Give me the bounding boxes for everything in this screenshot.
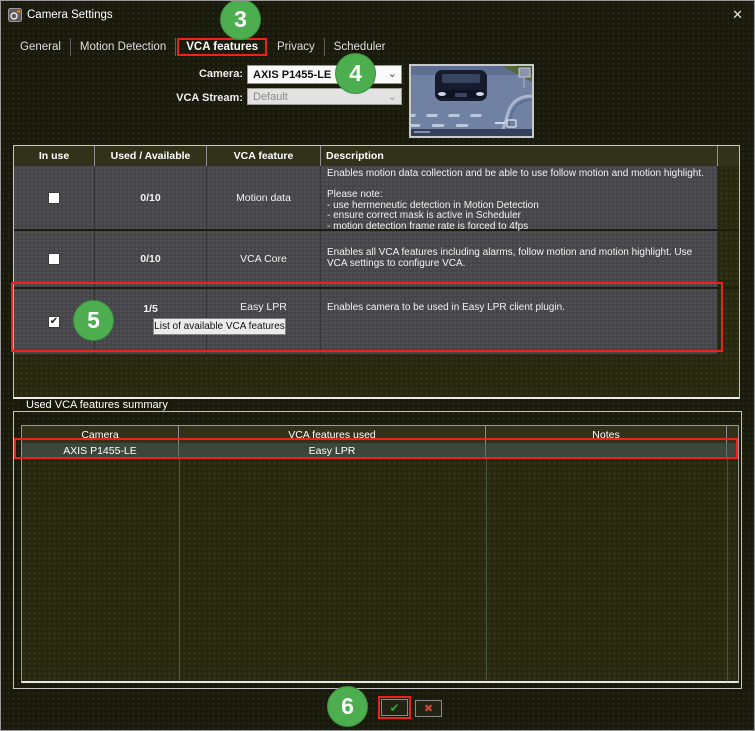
header-notes: Notes <box>486 426 727 443</box>
close-icon[interactable]: ✕ <box>732 7 743 23</box>
camera-preview-thumbnail <box>409 64 534 138</box>
vca-stream-label: VCA Stream: <box>133 92 243 104</box>
vca-feature-name: Motion data <box>207 166 321 229</box>
camera-preview-image <box>411 66 532 136</box>
feature-description: Enables motion data collection and be ab… <box>321 166 718 229</box>
vca-feature-table: In use Used / Available VCA feature Desc… <box>13 145 740 399</box>
camera-label: Camera: <box>133 68 243 80</box>
ok-check-icon: ✔ <box>389 702 399 714</box>
tab-general[interactable]: General <box>11 38 71 56</box>
description-line: Enables motion data collection and be ab… <box>327 169 704 180</box>
header-spare <box>718 146 739 166</box>
annotation-step-badge-3: 3 <box>220 0 261 40</box>
header-in-use: In use <box>14 146 95 166</box>
summary-table-empty-area <box>22 458 738 682</box>
annotation-step-badge-6: 6 <box>327 686 368 727</box>
camera-select-value: AXIS P1455-LE <box>253 69 331 81</box>
tab-bar: General Motion Detection VCA features Pr… <box>11 37 395 57</box>
camera-select[interactable]: AXIS P1455-LE ⌄ <box>247 65 402 84</box>
header-used-available: Used / Available <box>95 146 207 166</box>
tab-vca-features[interactable]: VCA features <box>177 38 267 56</box>
chevron-down-icon: ⌄ <box>388 67 397 80</box>
in-use-checkbox[interactable] <box>48 192 60 204</box>
chevron-down-icon: ⌄ <box>388 90 397 103</box>
description-line: Enables camera to be used in Easy LPR cl… <box>327 303 565 314</box>
ok-button[interactable]: ✔ <box>381 699 408 716</box>
used-available-value: 0/10 <box>95 231 207 287</box>
feature-table-header: In use Used / Available VCA feature Desc… <box>14 146 739 166</box>
annotation-step-badge-5: 5 <box>73 300 114 341</box>
in-use-checkbox-checked[interactable]: ✔ <box>48 316 60 328</box>
feature-description: Enables all VCA features including alarm… <box>321 231 718 287</box>
header-description: Description <box>321 146 718 166</box>
summary-camera-value: AXIS P1455-LE <box>22 443 179 458</box>
table-row-easy-lpr: ✔ 1/5 Easy LPR Enables camera to be used… <box>14 287 739 354</box>
description-line: Enables all VCA features including alarm… <box>327 248 711 269</box>
header-vca-features-used: VCA features used <box>179 426 486 443</box>
header-spare <box>727 426 738 443</box>
tab-motion-detection[interactable]: Motion Detection <box>71 38 176 56</box>
summary-table: Camera VCA features used Notes AXIS P145… <box>21 425 739 683</box>
window-title: Camera Settings <box>27 9 113 21</box>
cancel-button[interactable]: ✖ <box>415 700 442 717</box>
tooltip: List of available VCA features <box>153 318 286 335</box>
annotation-step-badge-4: 4 <box>335 53 376 94</box>
in-use-checkbox[interactable] <box>48 253 60 265</box>
feature-description: Enables camera to be used in Easy LPR cl… <box>321 289 718 354</box>
summary-features-used-value: Easy LPR <box>179 443 486 458</box>
vca-feature-name: VCA Core <box>207 231 321 287</box>
camera-settings-icon <box>8 8 22 22</box>
checkbox-check-icon: ✔ <box>50 317 58 327</box>
header-camera: Camera <box>22 426 179 443</box>
summary-table-header: Camera VCA features used Notes <box>22 426 738 443</box>
camera-settings-window: Camera Settings ✕ General Motion Detecti… <box>0 0 755 731</box>
vca-stream-select[interactable]: Default ⌄ <box>247 88 402 105</box>
summary-group-title: Used VCA features summary <box>21 399 173 411</box>
summary-notes-value <box>486 443 727 458</box>
cancel-x-icon: ✖ <box>424 703 433 715</box>
summary-row-axis-p1455[interactable]: AXIS P1455-LE Easy LPR <box>22 443 738 458</box>
vca-stream-select-value: Default <box>253 91 288 103</box>
tab-privacy[interactable]: Privacy <box>268 38 325 56</box>
table-row-vca-core: 0/10 VCA Core Enables all VCA features i… <box>14 229 739 287</box>
used-available-value: 0/10 <box>95 166 207 229</box>
header-vca-feature: VCA feature <box>207 146 321 166</box>
table-row-motion-data: 0/10 Motion data Enables motion data col… <box>14 166 739 229</box>
